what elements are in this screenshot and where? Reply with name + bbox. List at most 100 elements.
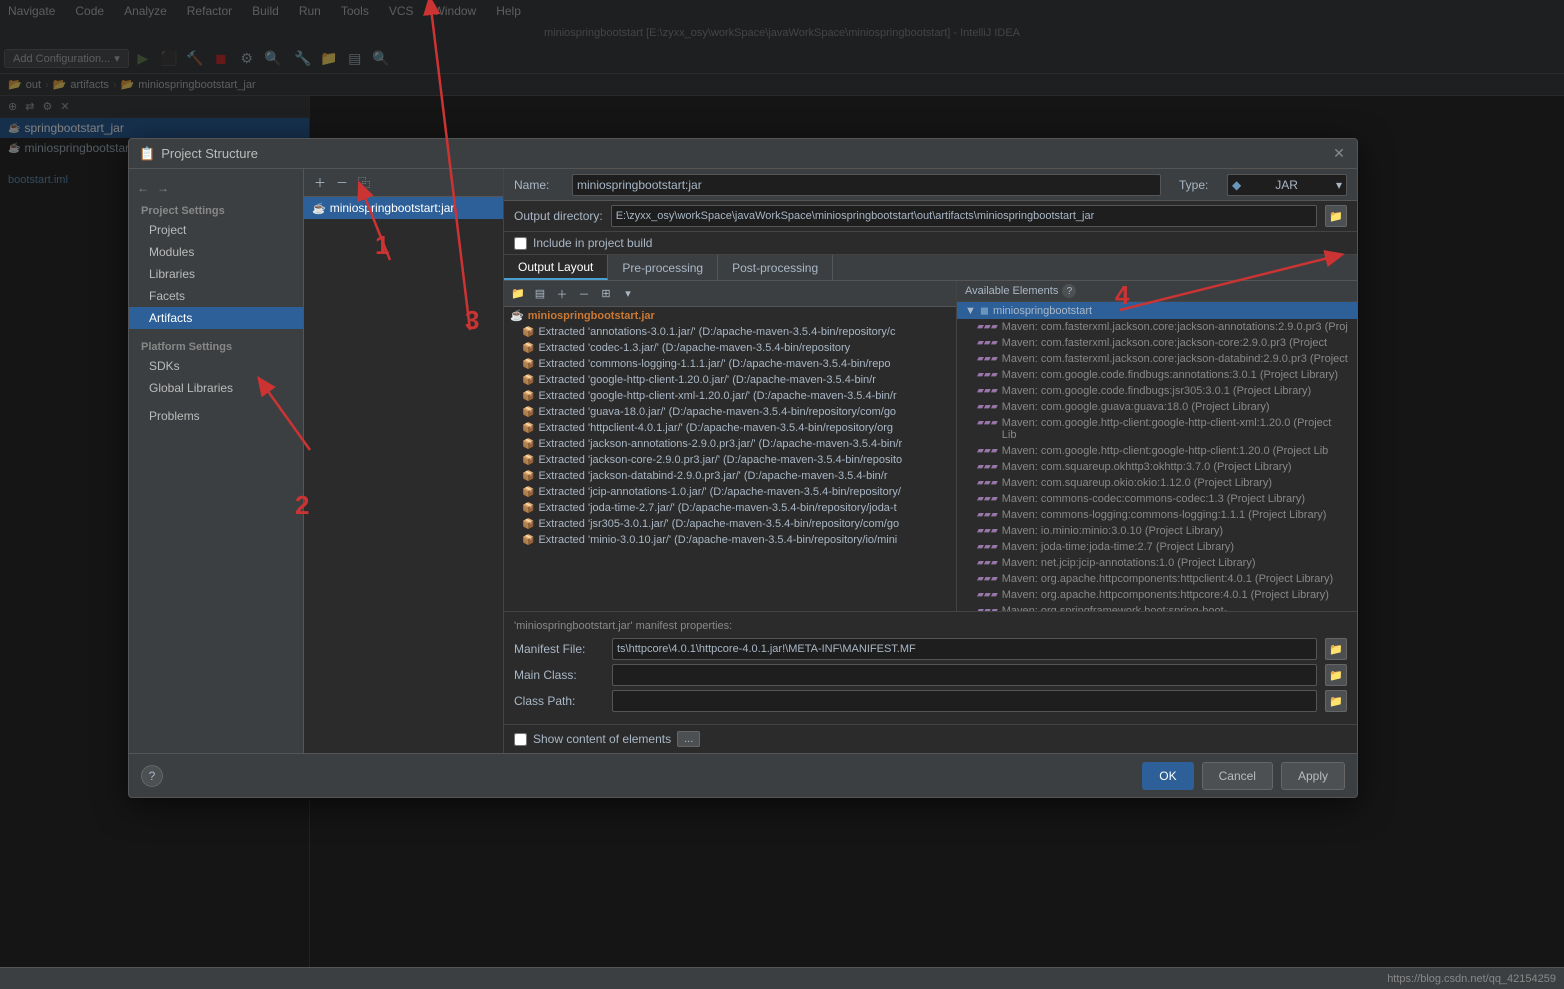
avail-item-label-5: Maven: com.google.guava:guava:18.0 (Proj…	[1002, 401, 1270, 413]
manifest-section: 'miniospringbootstart.jar' manifest prop…	[504, 611, 1357, 724]
type-dropdown-arrow: ▾	[1336, 178, 1342, 192]
main-class-label: Main Class:	[514, 668, 604, 682]
class-path-input[interactable]	[612, 690, 1317, 712]
avail-item-10[interactable]: ▰▰▰ Maven: commons-codec:commons-codec:1…	[957, 491, 1357, 507]
tree-item-13[interactable]: 📦 Extracted 'minio-3.0.10.jar/' (D:/apac…	[504, 532, 956, 548]
avail-item-13[interactable]: ▰▰▰ Maven: joda-time:joda-time:2.7 (Proj…	[957, 539, 1357, 555]
add-artifact-button[interactable]: ＋	[310, 173, 330, 193]
tree-item-label-11: Extracted 'joda-time-2.7.jar/' (D:/apach…	[538, 502, 896, 514]
show-content-label: Show content of elements	[533, 732, 671, 746]
avail-item-label-16: Maven: org.apache.httpcomponents:httpcor…	[1002, 589, 1329, 601]
nav-sdks[interactable]: SDKs	[129, 355, 303, 377]
manifest-file-input[interactable]	[612, 638, 1317, 660]
avail-item-15[interactable]: ▰▰▰ Maven: org.apache.httpcomponents:htt…	[957, 571, 1357, 587]
tree-item-7[interactable]: 📦 Extracted 'jackson-annotations-2.9.0.p…	[504, 436, 956, 452]
avail-item-5[interactable]: ▰▰▰ Maven: com.google.guava:guava:18.0 (…	[957, 399, 1357, 415]
avail-item-1[interactable]: ▰▰▰ Maven: com.fasterxml.jackson.core:ja…	[957, 335, 1357, 351]
name-input[interactable]	[572, 174, 1161, 196]
avail-item-3[interactable]: ▰▰▰ Maven: com.google.code.findbugs:anno…	[957, 367, 1357, 383]
main-class-input[interactable]	[612, 664, 1317, 686]
tree-item-6[interactable]: 📦 Extracted 'httpclient-4.0.1.jar/' (D:/…	[504, 420, 956, 436]
tree-layout-btn[interactable]: ⊞	[596, 284, 616, 304]
avail-item-17[interactable]: ▰▰▰ Maven: org.springframework.boot:spri…	[957, 603, 1357, 611]
lib-icon-11: ▰▰▰	[977, 509, 998, 520]
avail-item-0[interactable]: ▰▰▰ Maven: com.fasterxml.jackson.core:ja…	[957, 319, 1357, 335]
nav-problems[interactable]: Problems	[129, 405, 303, 427]
tab-output-layout[interactable]: Output Layout	[504, 255, 608, 280]
remove-artifact-button[interactable]: －	[332, 173, 352, 193]
tree-item-2[interactable]: 📦 Extracted 'commons-logging-1.1.1.jar/'…	[504, 356, 956, 372]
help-button[interactable]: ?	[141, 765, 163, 787]
dialog-close-button[interactable]: ✕	[1331, 146, 1347, 162]
ok-button[interactable]: OK	[1142, 762, 1193, 790]
tree-grid-btn[interactable]: ▤	[530, 284, 550, 304]
tree-item-label-7: Extracted 'jackson-annotations-2.9.0.pr3…	[538, 438, 902, 450]
avail-item-9[interactable]: ▰▰▰ Maven: com.squareup.okio:okio:1.12.0…	[957, 475, 1357, 491]
avail-item-label-7: Maven: com.google.http-client:google-htt…	[1002, 445, 1329, 457]
tree-item-5[interactable]: 📦 Extracted 'guava-18.0.jar/' (D:/apache…	[504, 404, 956, 420]
tree-item-4[interactable]: 📦 Extracted 'google-http-client-xml-1.20…	[504, 388, 956, 404]
include-in-build-checkbox[interactable]	[514, 237, 527, 250]
nav-back-icon[interactable]: ←	[137, 181, 149, 195]
avail-item-2[interactable]: ▰▰▰ Maven: com.fasterxml.jackson.core:ja…	[957, 351, 1357, 367]
tree-minus-btn[interactable]: －	[574, 284, 594, 304]
avail-item-7[interactable]: ▰▰▰ Maven: com.google.http-client:google…	[957, 443, 1357, 459]
browse-output-dir-button[interactable]: 📁	[1325, 205, 1347, 227]
expand-icon: ▼	[965, 305, 976, 317]
tree-item-1[interactable]: 📦 Extracted 'codec-1.3.jar/' (D:/apache-…	[504, 340, 956, 356]
nav-libraries[interactable]: Libraries	[129, 263, 303, 285]
tree-root-entry[interactable]: ☕ miniospringbootstart.jar	[504, 307, 956, 324]
platform-settings-section-label: Platform Settings	[129, 335, 303, 355]
tree-item-label-13: Extracted 'minio-3.0.10.jar/' (D:/apache…	[538, 534, 897, 546]
apply-button[interactable]: Apply	[1281, 762, 1345, 790]
copy-artifact-button[interactable]: ⿻	[354, 173, 374, 193]
nav-modules[interactable]: Modules	[129, 241, 303, 263]
cancel-button[interactable]: Cancel	[1202, 762, 1273, 790]
tree-item-label-6: Extracted 'httpclient-4.0.1.jar/' (D:/ap…	[538, 422, 893, 434]
available-elements-help-icon[interactable]: ?	[1062, 284, 1076, 298]
avail-item-label-2: Maven: com.fasterxml.jackson.core:jackso…	[1002, 353, 1348, 365]
artifact-item[interactable]: ☕ miniospringbootstart:jar	[304, 197, 503, 219]
jar-root-icon: ☕	[510, 309, 524, 322]
tabs-row: Output Layout Pre-processing Post-proces…	[504, 255, 1357, 281]
tree-item-0[interactable]: 📦 Extracted 'annotations-3.0.1.jar/' (D:…	[504, 324, 956, 340]
available-elements-label: Available Elements	[965, 285, 1058, 297]
avail-item-12[interactable]: ▰▰▰ Maven: io.minio:minio:3.0.10 (Projec…	[957, 523, 1357, 539]
lib-icon-0: ▰▰▰	[977, 321, 998, 332]
nav-facets[interactable]: Facets	[129, 285, 303, 307]
tree-item-8[interactable]: 📦 Extracted 'jackson-core-2.9.0.pr3.jar/…	[504, 452, 956, 468]
status-bar: https://blog.csdn.net/qq_42154259	[0, 967, 1564, 989]
tree-arrow-btn[interactable]: ▾	[618, 284, 638, 304]
nav-artifacts[interactable]: Artifacts	[129, 307, 303, 329]
avail-item-6[interactable]: ▰▰▰ Maven: com.google.http-client:google…	[957, 415, 1357, 443]
manifest-browse-button[interactable]: 📁	[1325, 638, 1347, 660]
nav-project[interactable]: Project	[129, 219, 303, 241]
class-path-browse-button[interactable]: 📁	[1325, 690, 1347, 712]
show-content-row: Show content of elements ...	[504, 724, 1357, 753]
tab-pre-processing[interactable]: Pre-processing	[608, 255, 718, 280]
show-content-options-button[interactable]: ...	[677, 731, 700, 747]
tree-item-label-1: Extracted 'codec-1.3.jar/' (D:/apache-ma…	[538, 342, 850, 354]
tree-item-label-12: Extracted 'jsr305-3.0.1.jar/' (D:/apache…	[538, 518, 899, 530]
avail-item-8[interactable]: ▰▰▰ Maven: com.squareup.okhttp3:okhttp:3…	[957, 459, 1357, 475]
nav-global-libraries[interactable]: Global Libraries	[129, 377, 303, 399]
tab-post-processing[interactable]: Post-processing	[718, 255, 833, 280]
avail-item-11[interactable]: ▰▰▰ Maven: commons-logging:commons-loggi…	[957, 507, 1357, 523]
available-section[interactable]: ▼ ◼ miniospringbootstart	[957, 302, 1357, 319]
tree-item-10[interactable]: 📦 Extracted 'jcip-annotations-1.0.jar/' …	[504, 484, 956, 500]
avail-item-4[interactable]: ▰▰▰ Maven: com.google.code.findbugs:jsr3…	[957, 383, 1357, 399]
tree-item-12[interactable]: 📦 Extracted 'jsr305-3.0.1.jar/' (D:/apac…	[504, 516, 956, 532]
type-select[interactable]: ◆ JAR ▾	[1227, 174, 1347, 196]
avail-item-16[interactable]: ▰▰▰ Maven: org.apache.httpcomponents:htt…	[957, 587, 1357, 603]
tree-item-9[interactable]: 📦 Extracted 'jackson-databind-2.9.0.pr3.…	[504, 468, 956, 484]
tree-item-11[interactable]: 📦 Extracted 'joda-time-2.7.jar/' (D:/apa…	[504, 500, 956, 516]
tree-add-btn[interactable]: 📁	[508, 284, 528, 304]
avail-item-14[interactable]: ▰▰▰ Maven: net.jcip:jcip-annotations:1.0…	[957, 555, 1357, 571]
tree-item-3[interactable]: 📦 Extracted 'google-http-client-1.20.0.j…	[504, 372, 956, 388]
tree-plus-btn[interactable]: ＋	[552, 284, 572, 304]
output-dir-input[interactable]	[611, 205, 1317, 227]
show-content-checkbox[interactable]	[514, 733, 527, 746]
nav-forward-icon[interactable]: →	[157, 181, 169, 195]
tree-item-label-9: Extracted 'jackson-databind-2.9.0.pr3.ja…	[538, 470, 887, 482]
main-class-browse-button[interactable]: 📁	[1325, 664, 1347, 686]
